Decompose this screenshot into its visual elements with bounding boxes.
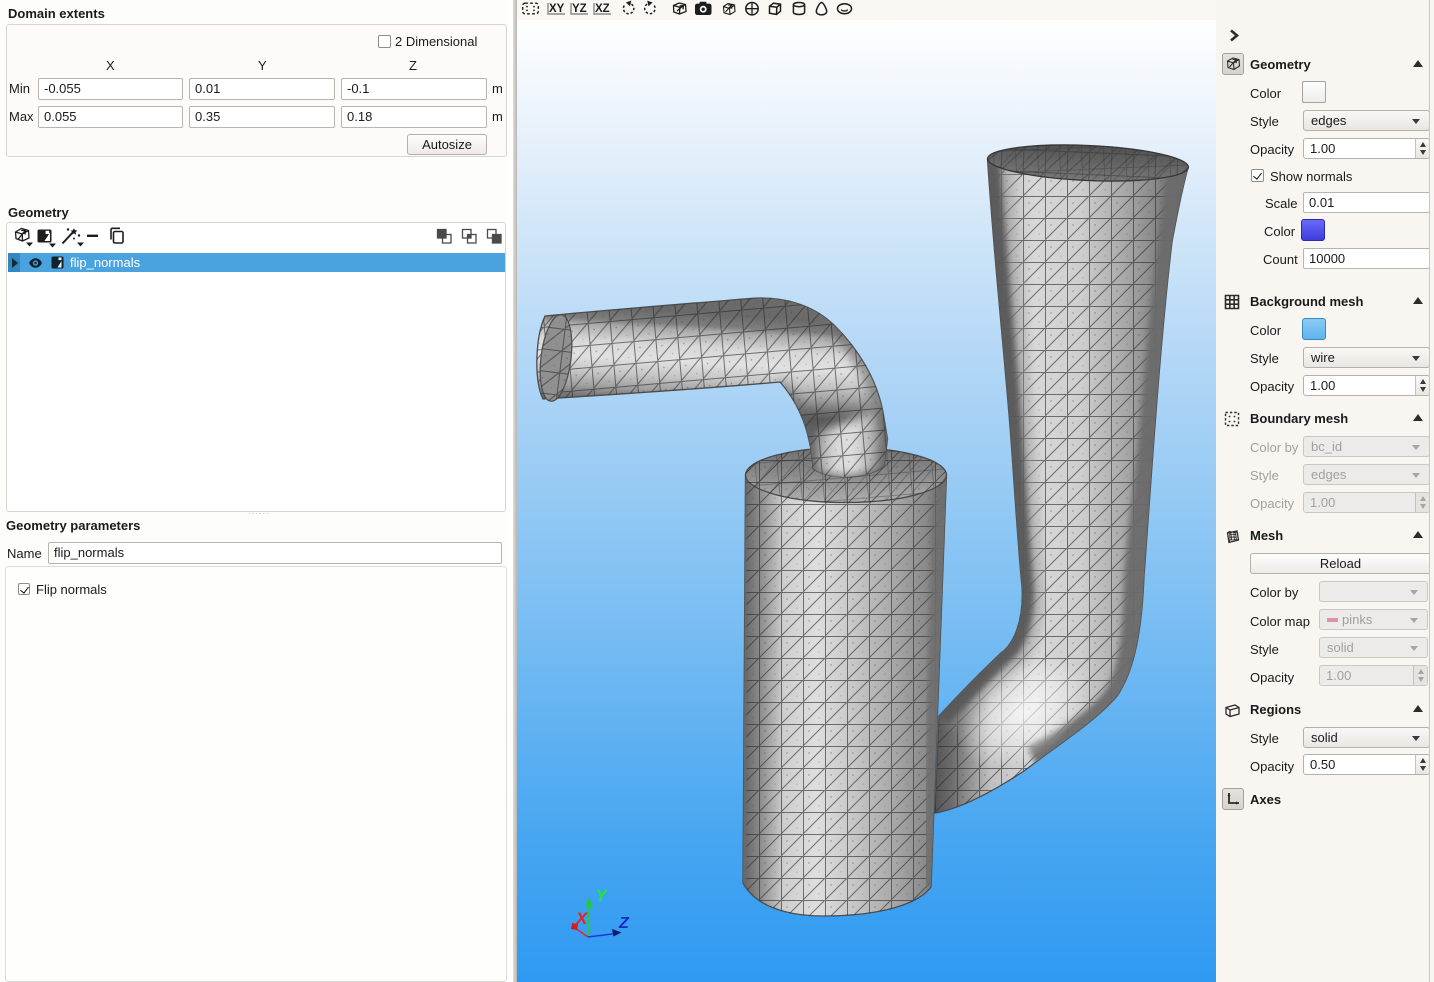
svg-text:YZ: YZ: [572, 3, 587, 15]
svg-text:XZ: XZ: [595, 3, 610, 15]
svg-text:Z: Z: [618, 915, 630, 932]
svg-text:Y: Y: [596, 886, 609, 905]
svg-text:XY: XY: [549, 3, 565, 15]
svg-text:X: X: [575, 909, 589, 928]
